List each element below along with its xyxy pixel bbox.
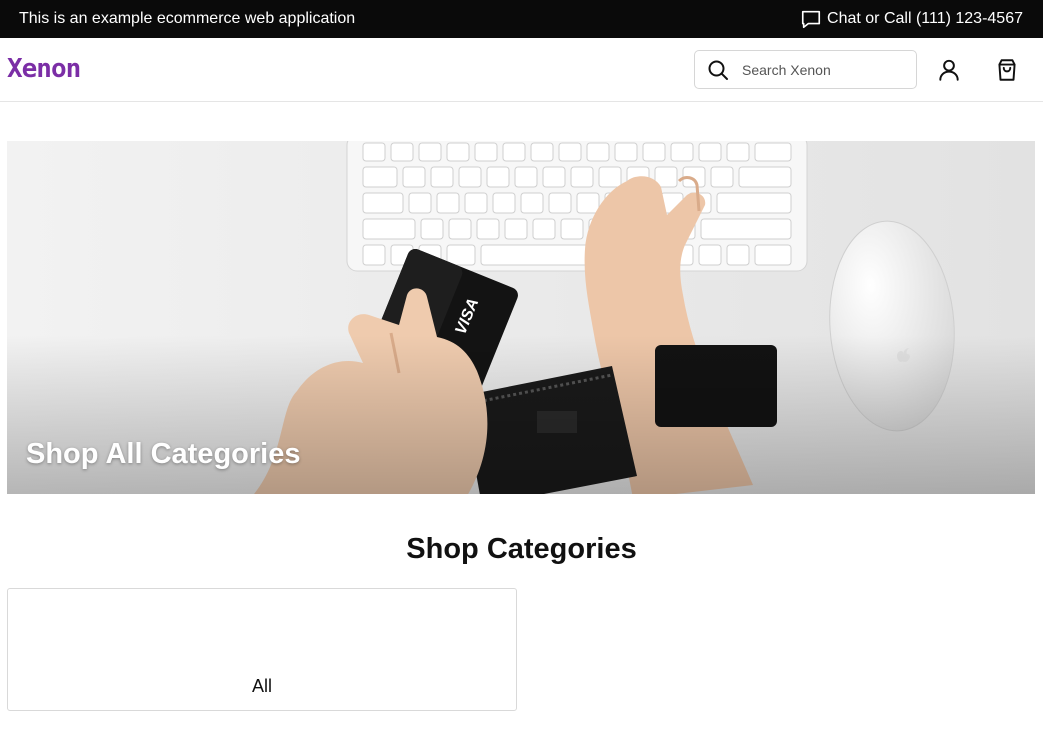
- contact-text: Chat or Call (111) 123-4567: [827, 10, 1023, 27]
- announcement-bar: This is an example ecommerce web applica…: [0, 0, 1043, 38]
- chat-bubble-icon: [801, 10, 821, 29]
- announcement-text: This is an example ecommerce web applica…: [19, 10, 356, 27]
- shopping-bag-icon: [998, 59, 1016, 81]
- category-label: All: [251, 676, 272, 696]
- user-icon: [939, 59, 959, 81]
- cart-button[interactable]: [994, 57, 1020, 83]
- search-box[interactable]: [694, 50, 917, 89]
- category-card-all[interactable]: All: [7, 588, 517, 711]
- account-button[interactable]: [936, 57, 962, 83]
- hero-banner[interactable]: VISA Shop All Categories: [7, 141, 1035, 494]
- search-input[interactable]: [742, 61, 902, 78]
- logo[interactable]: Xenon: [7, 54, 81, 84]
- hero-title: Shop All Categories: [26, 438, 301, 470]
- search-icon[interactable]: [706, 58, 730, 82]
- site-header: Xenon: [0, 38, 1043, 102]
- section-title: Shop Categories: [406, 533, 637, 565]
- contact-link[interactable]: Chat or Call (111) 123-4567: [800, 8, 1023, 30]
